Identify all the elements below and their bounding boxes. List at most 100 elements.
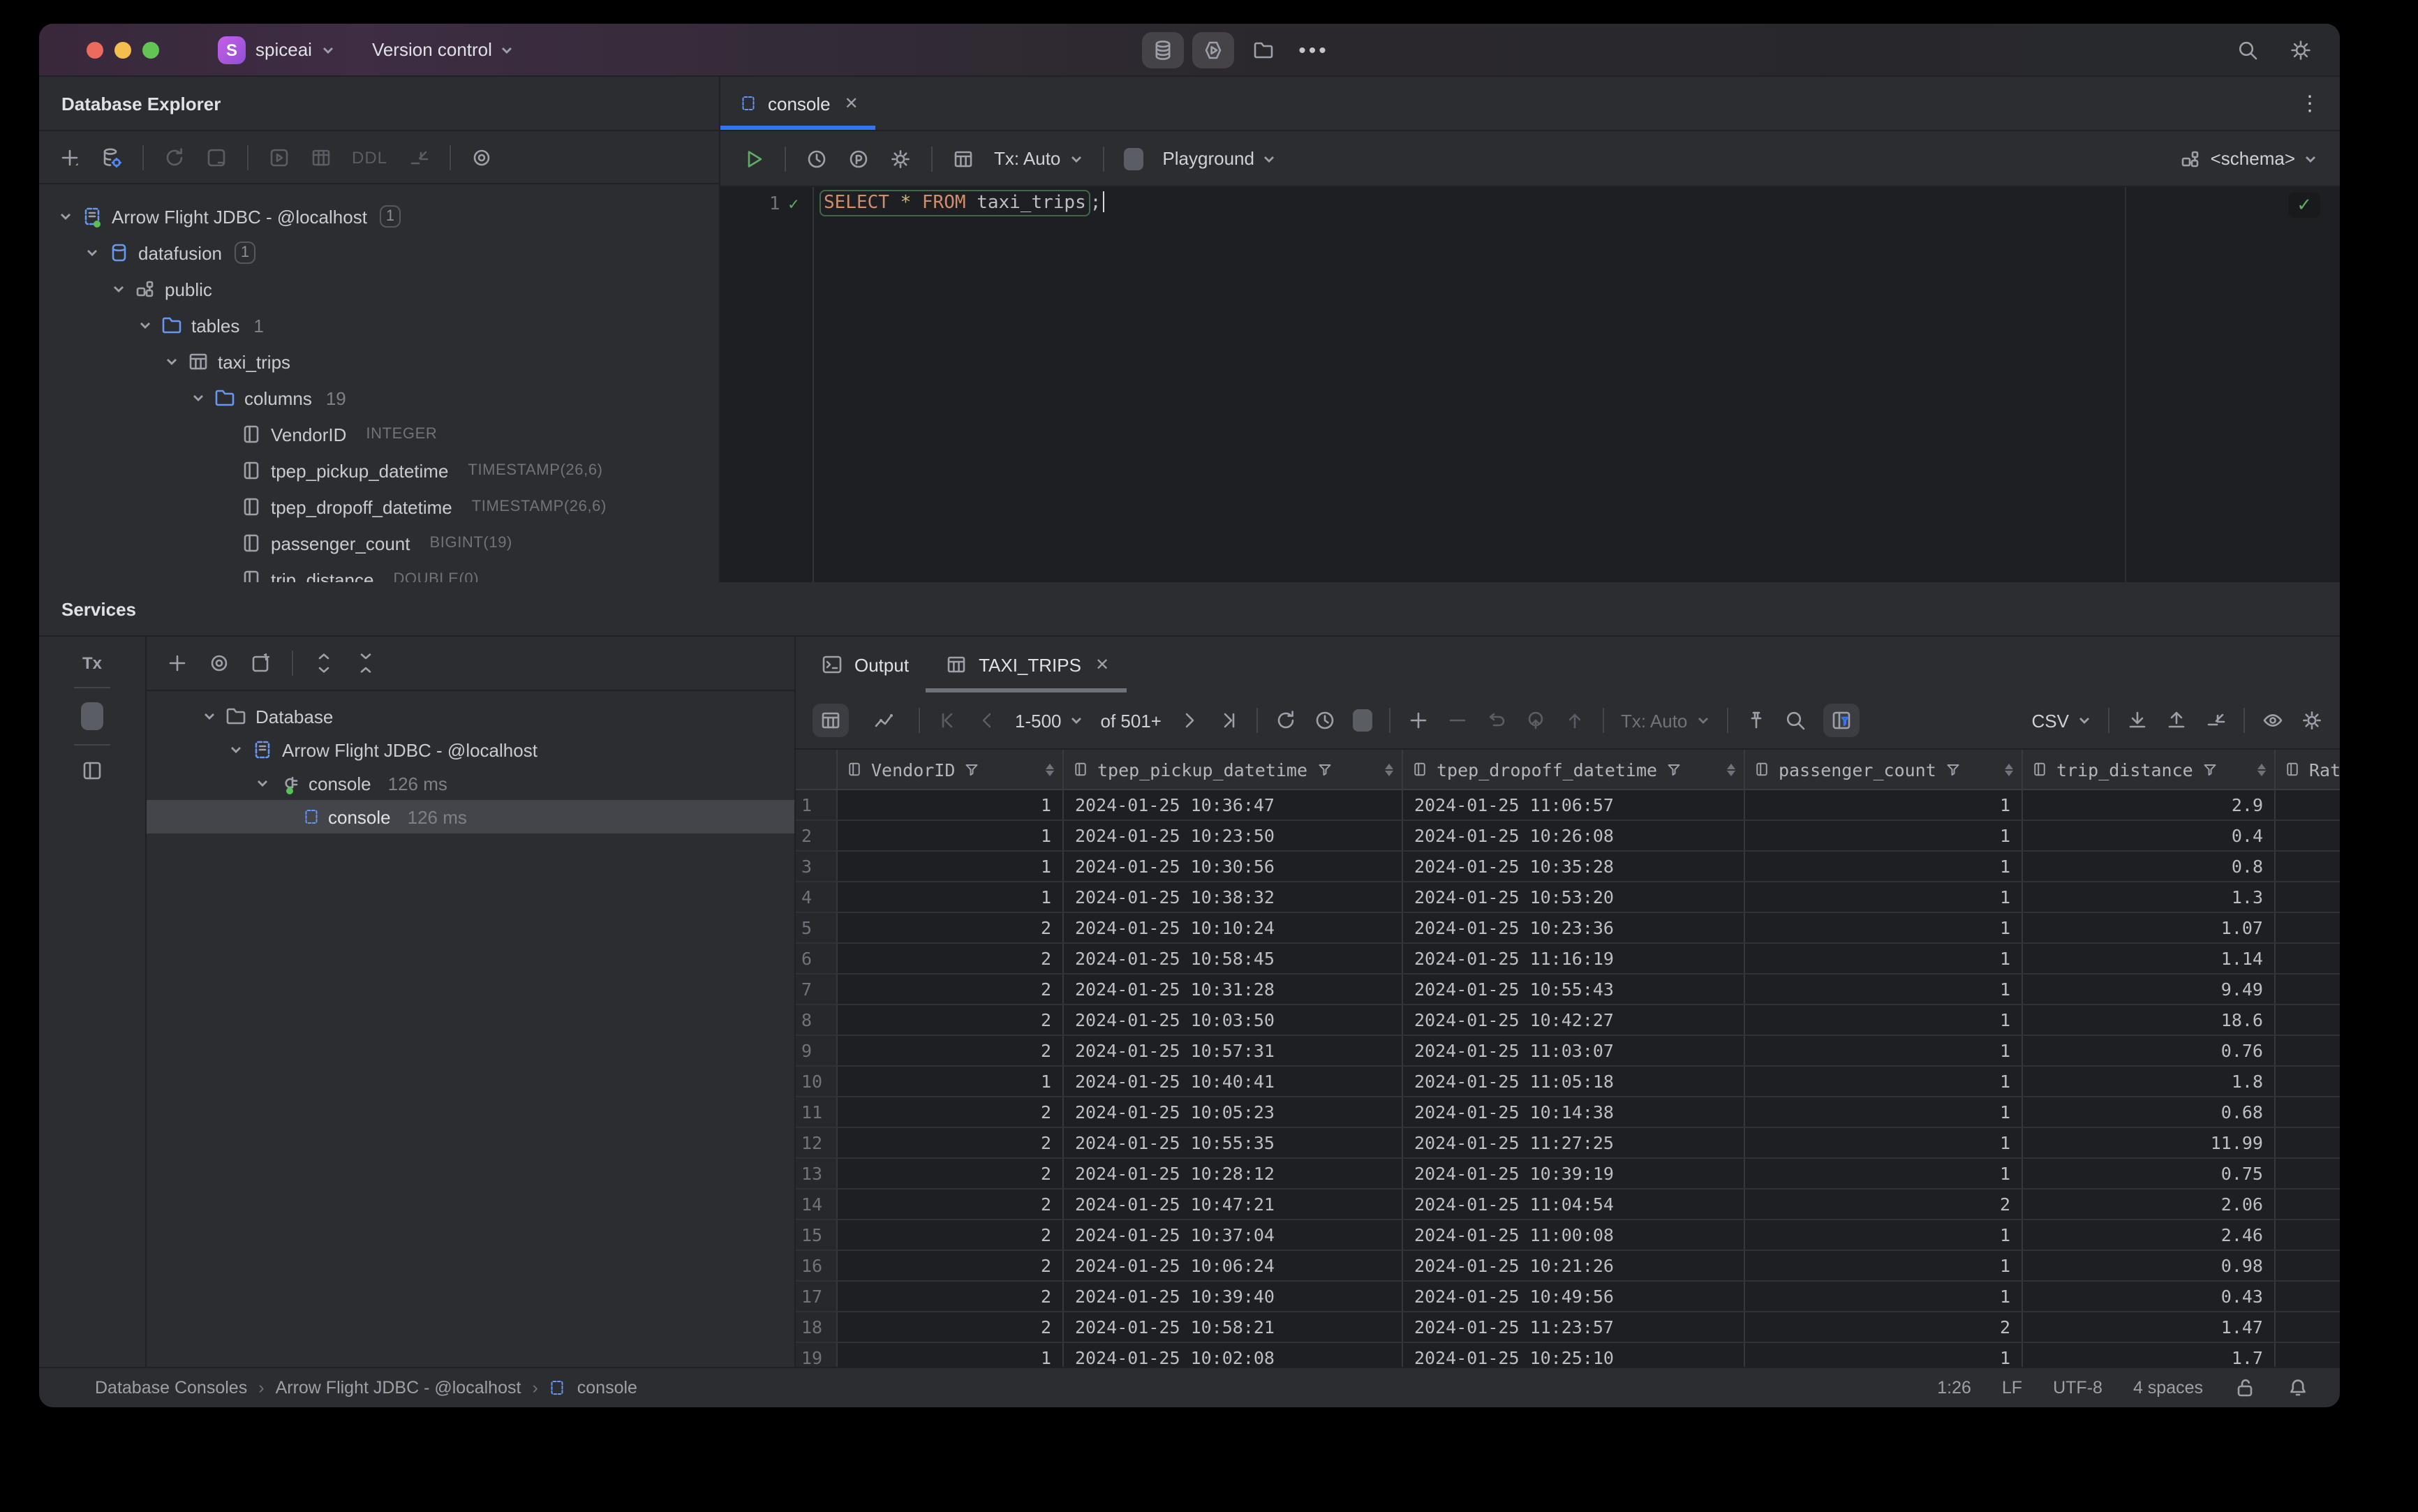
cell-dropoff-datetime[interactable]: 2024-01-25 10:21:26 [1403, 1251, 1745, 1280]
cell-passenger-count[interactable]: 1 [1745, 1067, 2023, 1096]
zoom-window-button[interactable] [142, 41, 159, 58]
table-row[interactable]: 7 2 2024-01-25 10:31:28 2024-01-25 10:55… [796, 974, 2340, 1005]
table-row[interactable]: 10 1 2024-01-25 10:40:41 2024-01-25 11:0… [796, 1067, 2340, 1097]
cell-rate[interactable] [2276, 1312, 2340, 1342]
previous-page-icon[interactable] [976, 709, 998, 732]
cell-trip-distance[interactable]: 0.76 [2023, 1036, 2276, 1065]
file-encoding[interactable]: UTF-8 [2053, 1378, 2102, 1398]
cell-passenger-count[interactable]: 1 [1745, 1343, 2023, 1367]
table-row[interactable]: 17 2 2024-01-25 10:39:40 2024-01-25 10:4… [796, 1282, 2340, 1312]
tree-item-connection[interactable]: Arrow Flight JDBC - @localhost 1 [59, 198, 719, 235]
cell-trip-distance[interactable]: 1.8 [2023, 1067, 2276, 1096]
table-row[interactable]: 2 1 2024-01-25 10:23:50 2024-01-25 10:26… [796, 821, 2340, 852]
import-upload-icon[interactable] [2165, 709, 2188, 732]
cell-passenger-count[interactable]: 1 [1745, 1220, 2023, 1250]
cell-pickup-datetime[interactable]: 2024-01-25 10:55:35 [1064, 1128, 1403, 1157]
console-settings-gear-icon[interactable] [889, 147, 912, 170]
refresh-icon[interactable] [163, 146, 186, 168]
cell-rate[interactable] [2276, 1220, 2340, 1250]
tree-item-column[interactable]: passenger_count BIGINT(19) [59, 525, 719, 561]
cell-vendorid[interactable]: 1 [838, 821, 1064, 850]
tx-mode-dropdown[interactable]: Tx: Auto [994, 148, 1083, 169]
cell-dropoff-datetime[interactable]: 2024-01-25 11:04:54 [1403, 1189, 1745, 1219]
grid-tx-dropdown[interactable]: Tx: Auto [1621, 710, 1709, 731]
parameters-icon[interactable] [847, 147, 870, 170]
cell-rate[interactable] [2276, 1067, 2340, 1096]
cell-vendorid[interactable]: 2 [838, 1220, 1064, 1250]
cell-dropoff-datetime[interactable]: 2024-01-25 11:23:57 [1403, 1312, 1745, 1342]
cell-dropoff-datetime[interactable]: 2024-01-25 10:14:38 [1403, 1097, 1745, 1127]
breadcrumb-connection[interactable]: Arrow Flight JDBC - @localhost [276, 1378, 521, 1398]
tree-item-column[interactable]: trip_distance DOUBLE(0) [59, 561, 719, 582]
table-row[interactable]: 19 1 2024-01-25 10:02:08 2024-01-25 10:2… [796, 1343, 2340, 1367]
cell-pickup-datetime[interactable]: 2024-01-25 10:36:47 [1064, 790, 1403, 820]
cell-vendorid[interactable]: 2 [838, 974, 1064, 1004]
cell-passenger-count[interactable]: 1 [1745, 1251, 2023, 1280]
project-files-button[interactable] [1243, 32, 1284, 68]
open-query-console-icon[interactable] [268, 146, 290, 168]
filter-funnel-icon[interactable] [1316, 761, 1333, 778]
collapse-all-icon[interactable] [355, 652, 377, 674]
cell-rate[interactable] [2276, 1343, 2340, 1367]
sort-toggle-icon[interactable] [2257, 763, 2266, 776]
table-row[interactable]: 14 2 2024-01-25 10:47:21 2024-01-25 11:0… [796, 1189, 2340, 1220]
column-header-dropoff[interactable]: tpep_dropoff_datetime [1403, 750, 1745, 789]
cell-vendorid[interactable]: 1 [838, 882, 1064, 912]
cell-pickup-datetime[interactable]: 2024-01-25 10:10:24 [1064, 913, 1403, 942]
table-row[interactable]: 1 1 2024-01-25 10:36:47 2024-01-25 11:06… [796, 790, 2340, 821]
tree-item-schema[interactable]: public [59, 271, 719, 307]
cell-dropoff-datetime[interactable]: 2024-01-25 10:25:10 [1403, 1343, 1745, 1367]
first-page-icon[interactable] [937, 709, 959, 732]
table-row[interactable]: 9 2 2024-01-25 10:57:31 2024-01-25 11:03… [796, 1036, 2340, 1067]
select-opened-item-icon[interactable] [470, 146, 492, 168]
table-row[interactable]: 5 2 2024-01-25 10:10:24 2024-01-25 10:23… [796, 913, 2340, 944]
cell-trip-distance[interactable]: 11.99 [2023, 1128, 2276, 1157]
cell-trip-distance[interactable]: 0.4 [2023, 821, 2276, 850]
query-history-icon[interactable] [806, 147, 828, 170]
jump-to-console-icon[interactable] [205, 146, 228, 168]
table-row[interactable]: 16 2 2024-01-25 10:06:24 2024-01-25 10:2… [796, 1251, 2340, 1282]
tab-taxi-trips[interactable]: TAXI_TRIPS ✕ [926, 637, 1126, 692]
minimize-window-button[interactable] [114, 41, 131, 58]
add-service-icon[interactable] [166, 652, 188, 674]
stop-query-button[interactable] [1353, 709, 1372, 732]
cell-passenger-count[interactable]: 1 [1745, 1005, 2023, 1035]
notifications-bell-icon[interactable] [2287, 1377, 2309, 1399]
cell-passenger-count[interactable]: 1 [1745, 1128, 2023, 1157]
cell-passenger-count[interactable]: 1 [1745, 821, 2023, 850]
cell-dropoff-datetime[interactable]: 2024-01-25 10:55:43 [1403, 974, 1745, 1004]
table-row[interactable]: 8 2 2024-01-25 10:03:50 2024-01-25 10:42… [796, 1005, 2340, 1036]
cell-vendorid[interactable]: 2 [838, 944, 1064, 973]
cell-dropoff-datetime[interactable]: 2024-01-25 10:23:36 [1403, 913, 1745, 942]
cell-vendorid[interactable]: 2 [838, 1097, 1064, 1127]
cell-pickup-datetime[interactable]: 2024-01-25 10:05:23 [1064, 1097, 1403, 1127]
cell-pickup-datetime[interactable]: 2024-01-25 10:58:45 [1064, 944, 1403, 973]
grid-view-button[interactable] [813, 704, 849, 737]
add-row-icon[interactable] [1407, 709, 1430, 732]
database-tool-button[interactable] [1142, 32, 1184, 68]
cell-passenger-count[interactable]: 1 [1745, 974, 2023, 1004]
submit-icon[interactable] [1525, 709, 1547, 732]
cell-dropoff-datetime[interactable]: 2024-01-25 10:53:20 [1403, 882, 1745, 912]
column-header-vendorid[interactable]: VendorID [838, 750, 1064, 789]
column-header-rate[interactable]: Rate [2276, 750, 2340, 789]
run-query-icon[interactable] [743, 147, 765, 170]
cell-rate[interactable] [2276, 913, 2340, 942]
cell-dropoff-datetime[interactable]: 2024-01-25 11:00:08 [1403, 1220, 1745, 1250]
column-header-passenger-count[interactable]: passenger_count [1745, 750, 2023, 789]
cell-rate[interactable] [2276, 1005, 2340, 1035]
cell-vendorid[interactable]: 2 [838, 913, 1064, 942]
cell-pickup-datetime[interactable]: 2024-01-25 10:23:50 [1064, 821, 1403, 850]
indent-setting[interactable]: 4 spaces [2133, 1378, 2203, 1398]
sort-toggle-icon[interactable] [1727, 763, 1735, 776]
cell-vendorid[interactable]: 2 [838, 1005, 1064, 1035]
filter-funnel-icon[interactable] [1945, 761, 1961, 778]
tree-item-column[interactable]: tpep_pickup_datetime TIMESTAMP(26,6) [59, 452, 719, 489]
schema-switcher-dropdown[interactable]: <schema> [2180, 147, 2317, 170]
cell-rate[interactable] [2276, 944, 2340, 973]
tree-item-column[interactable]: tpep_dropoff_datetime TIMESTAMP(26,6) [59, 489, 719, 525]
column-header-trip-distance[interactable]: trip_distance [2023, 750, 2276, 789]
cell-trip-distance[interactable]: 2.46 [2023, 1220, 2276, 1250]
cell-dropoff-datetime[interactable]: 2024-01-25 11:03:07 [1403, 1036, 1745, 1065]
cell-rate[interactable] [2276, 1189, 2340, 1219]
